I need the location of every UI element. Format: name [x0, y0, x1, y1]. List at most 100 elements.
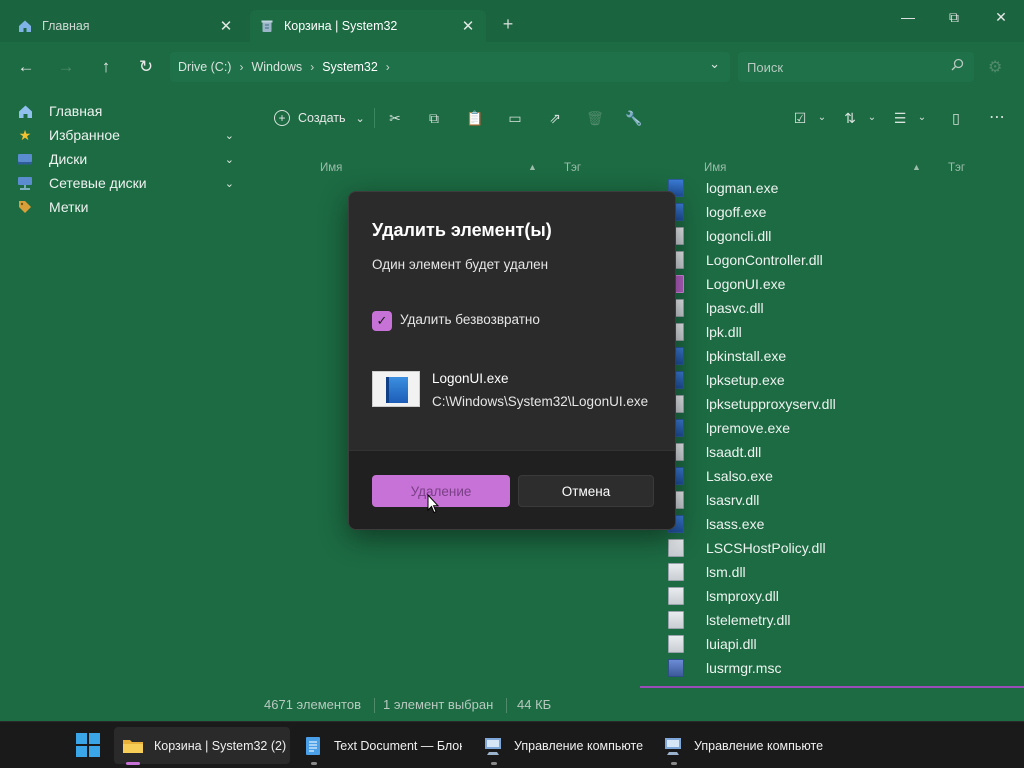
sidebar-item-home[interactable]: Главная — [0, 99, 246, 123]
taskbar-item-label: Text Document — Блокнот — [334, 738, 462, 753]
file-row[interactable]: lpasvc.dll — [666, 296, 1024, 320]
file-name: logoncli.dll — [706, 228, 772, 244]
forward-button[interactable]: → — [54, 56, 78, 78]
breadcrumb-drive[interactable]: Drive (C:) — [178, 60, 231, 74]
chevron-down-icon[interactable]: ⌄ — [225, 153, 234, 166]
file-row[interactable]: lusrmgr.msc — [666, 656, 1024, 680]
close-tab-icon[interactable]: ✕ — [460, 17, 476, 35]
status-item-count: 4671 элементов — [264, 697, 361, 712]
column-header-name[interactable]: Имя — [320, 162, 342, 174]
tag-icon — [17, 199, 33, 215]
file-name: logoff.exe — [706, 204, 767, 220]
sidebar: Главная ★ Избранное ⌄ Диски ⌄ Сетевые ди… — [0, 96, 246, 686]
windows-start-icon[interactable] — [76, 733, 100, 757]
file-row[interactable]: logman.exe — [666, 176, 1024, 200]
tab-label: Главная — [42, 19, 90, 33]
search-placeholder: Поиск — [747, 59, 784, 75]
file-row[interactable]: luiapi.dll — [666, 632, 1024, 656]
close-button[interactable]: ✕ — [978, 4, 1024, 30]
file-row[interactable]: lpkinstall.exe — [666, 344, 1024, 368]
sidebar-item-favorites[interactable]: ★ Избранное ⌄ — [0, 123, 246, 147]
notepad-icon — [302, 735, 324, 757]
computer-management-icon — [482, 735, 504, 757]
taskbar-item-computer-management[interactable]: Управление компьюте — [654, 727, 826, 764]
delete-icon[interactable]: 🗑 — [585, 108, 605, 128]
sidebar-item-network-drives[interactable]: Сетевые диски ⌄ — [0, 171, 246, 195]
create-button[interactable]: + Создать ⌄ — [274, 106, 365, 130]
chevron-down-icon[interactable]: ⌄ — [225, 129, 234, 142]
dll-file-icon — [668, 539, 684, 557]
column-header-tag[interactable]: Тэг — [948, 162, 965, 174]
taskbar-item-explorer[interactable]: Корзина | System32 (2) — [114, 727, 290, 764]
permanent-delete-checkbox[interactable]: ✓ — [372, 311, 392, 331]
sort-icon[interactable]: ⇅ — [840, 108, 860, 128]
tab-home[interactable]: Главная ✕ — [8, 10, 244, 42]
share-icon[interactable]: ⇗ — [545, 108, 565, 128]
sidebar-item-label: Метки — [49, 199, 89, 215]
breadcrumb-system32[interactable]: System32 — [322, 60, 378, 74]
copy-icon[interactable]: ⧉ — [424, 108, 444, 128]
chevron-down-icon[interactable]: ⌄ — [912, 108, 932, 128]
new-tab-button[interactable]: + — [498, 14, 518, 35]
search-input[interactable]: Поиск — [738, 52, 974, 82]
column-header-tag[interactable]: Тэг — [564, 162, 581, 174]
file-row[interactable]: logoncli.dll — [666, 224, 1024, 248]
file-name: lpasvc.dll — [706, 300, 764, 316]
file-row[interactable]: LogonController.dll — [666, 248, 1024, 272]
file-row[interactable]: lsass.exe — [666, 512, 1024, 536]
file-path: C:\Windows\System32\LogonUI.exe — [432, 394, 649, 409]
refresh-button[interactable]: ↻ — [134, 56, 158, 78]
paste-icon[interactable]: 📋 — [465, 108, 485, 128]
dll-file-icon — [668, 611, 684, 629]
tab-recycle-bin[interactable]: Корзина | System32 ✕ — [250, 10, 486, 42]
more-options-icon[interactable]: ⋯ — [987, 108, 1007, 128]
file-row[interactable]: logoff.exe — [666, 200, 1024, 224]
file-name: LogonController.dll — [706, 252, 823, 268]
details-pane-icon[interactable]: ▯ — [946, 108, 966, 128]
chevron-down-icon[interactable]: ⌄ — [812, 108, 832, 128]
dialog-footer: Удаление Отмена — [349, 450, 675, 529]
file-row[interactable]: lpremove.exe — [666, 416, 1024, 440]
file-name: lsasrv.dll — [706, 492, 760, 508]
running-indicator — [311, 762, 317, 765]
breadcrumb-windows[interactable]: Windows — [251, 60, 302, 74]
taskbar-item-notepad[interactable]: Text Document — Блокнот — [294, 727, 462, 764]
search-icon[interactable] — [951, 58, 964, 74]
file-row[interactable]: LSCSHostPolicy.dll — [666, 536, 1024, 560]
cut-icon[interactable]: ✂ — [385, 108, 405, 128]
file-row[interactable]: lstelemetry.dll — [666, 608, 1024, 632]
file-row[interactable]: lsm.dll — [666, 560, 1024, 584]
sidebar-item-label: Главная — [49, 103, 103, 119]
close-tab-icon[interactable]: ✕ — [218, 17, 234, 35]
select-mode-icon[interactable]: ☑ — [790, 108, 810, 128]
chevron-down-icon[interactable]: ⌄ — [862, 108, 882, 128]
up-button[interactable]: ↑ — [94, 56, 118, 78]
view-layout-icon[interactable]: ☰ — [890, 108, 910, 128]
file-row[interactable]: lpksetup.exe — [666, 368, 1024, 392]
chevron-down-icon[interactable]: ⌄ — [225, 177, 234, 190]
sidebar-item-drives[interactable]: Диски ⌄ — [0, 147, 246, 171]
file-row[interactable]: Lsalso.exe — [666, 464, 1024, 488]
file-row[interactable]: LogonUI.exe — [666, 272, 1024, 296]
minimize-button[interactable]: — — [885, 4, 931, 30]
delete-button[interactable]: Удаление — [372, 475, 510, 507]
sidebar-item-tags[interactable]: Метки — [0, 195, 246, 219]
file-row[interactable]: lsasrv.dll — [666, 488, 1024, 512]
properties-wrench-icon[interactable]: 🔧 — [624, 108, 644, 128]
file-row[interactable]: lsmproxy.dll — [666, 584, 1024, 608]
tab-bar: Главная ✕ Корзина | System32 ✕ + — ⧉ ✕ — [0, 0, 1024, 42]
file-row[interactable]: lpk.dll — [666, 320, 1024, 344]
file-row[interactable]: lsaadt.dll — [666, 440, 1024, 464]
cancel-button[interactable]: Отмена — [518, 475, 654, 507]
chevron-down-icon[interactable]: ⌄ — [709, 56, 720, 72]
taskbar-item-computer-management[interactable]: Управление компьюте — [474, 727, 646, 764]
gear-icon[interactable]: ⚙ — [988, 57, 1002, 77]
back-button[interactable]: ← — [14, 56, 38, 78]
address-bar[interactable]: Drive (C:) › Windows › System32 › ⌄ — [170, 52, 730, 82]
column-header-name[interactable]: Имя — [704, 162, 726, 174]
file-row[interactable]: lpksetupproxyserv.dll — [666, 392, 1024, 416]
maximize-button[interactable]: ⧉ — [931, 4, 977, 30]
active-indicator — [126, 762, 140, 765]
rename-icon[interactable]: ▭ — [505, 108, 525, 128]
checkbox-label[interactable]: Удалить безвозвратно — [400, 312, 540, 327]
